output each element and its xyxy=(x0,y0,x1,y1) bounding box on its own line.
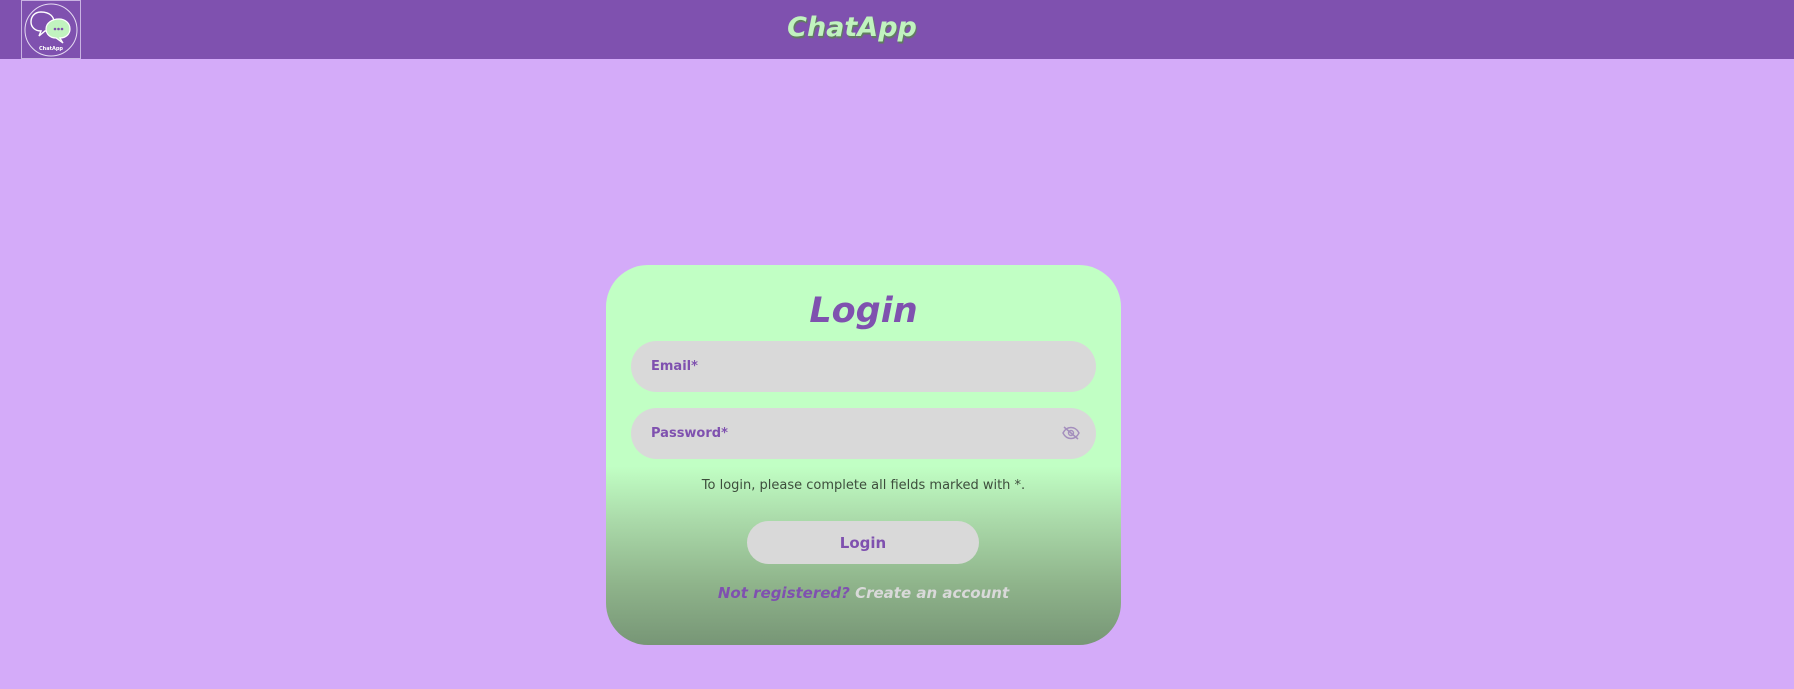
login-card: Login To login, please complete all fiel… xyxy=(606,265,1121,645)
create-account-link[interactable]: Create an account xyxy=(855,584,1009,602)
logo-text: ChatApp xyxy=(39,46,63,52)
register-prompt: Not registered? Create an account xyxy=(606,584,1121,602)
top-header: ChatApp ChatApp xyxy=(0,0,1794,59)
form-hint: To login, please complete all fields mar… xyxy=(701,478,1026,493)
email-field[interactable] xyxy=(631,341,1096,392)
password-field[interactable] xyxy=(631,408,1096,459)
login-title: Login xyxy=(809,291,918,331)
eye-slash-icon[interactable] xyxy=(1062,425,1080,441)
app-title: ChatApp xyxy=(787,12,917,43)
login-button[interactable]: Login xyxy=(747,521,979,564)
not-registered-text: Not registered? xyxy=(717,584,850,602)
